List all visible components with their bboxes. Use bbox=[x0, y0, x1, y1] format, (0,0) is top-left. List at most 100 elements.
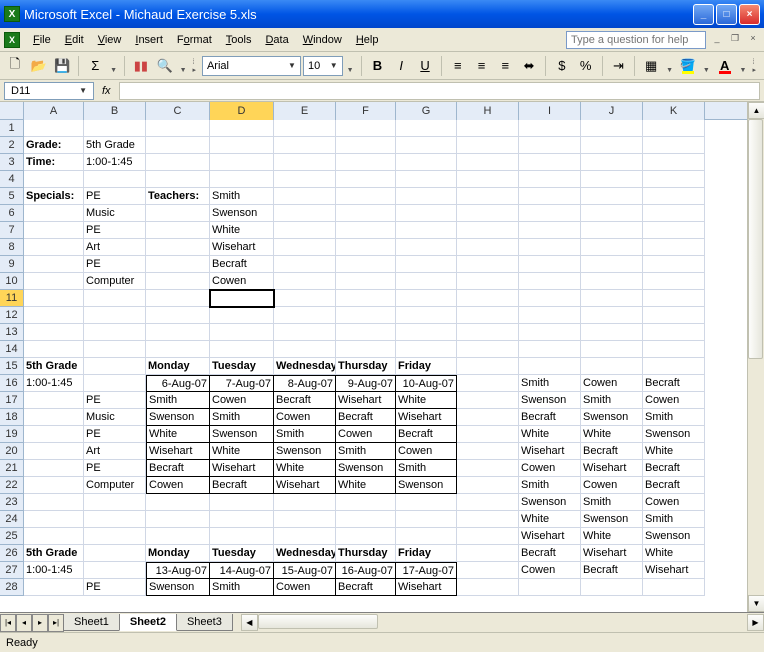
cell-B11[interactable] bbox=[84, 290, 146, 307]
cell-J17[interactable]: Smith bbox=[581, 392, 643, 409]
cell-D1[interactable] bbox=[210, 120, 274, 137]
cell-G6[interactable] bbox=[396, 205, 457, 222]
italic-button[interactable]: I bbox=[390, 55, 412, 77]
cell-A15[interactable]: 5th Grade bbox=[24, 358, 84, 375]
row-header-16[interactable]: 16 bbox=[0, 375, 24, 392]
cell-I18[interactable]: Becraft bbox=[519, 409, 581, 426]
cell-C22[interactable]: Cowen bbox=[146, 477, 210, 494]
cell-E6[interactable] bbox=[274, 205, 336, 222]
cell-H18[interactable] bbox=[457, 409, 519, 426]
cell-C18[interactable]: Swenson bbox=[146, 409, 210, 426]
cell-K6[interactable] bbox=[643, 205, 705, 222]
cell-A13[interactable] bbox=[24, 324, 84, 341]
cell-F16[interactable]: 9-Aug-07 bbox=[336, 375, 396, 392]
row-header-28[interactable]: 28 bbox=[0, 579, 24, 596]
cell-E22[interactable]: Wisehart bbox=[274, 477, 336, 494]
row-header-25[interactable]: 25 bbox=[0, 528, 24, 545]
cell-F7[interactable] bbox=[336, 222, 396, 239]
row-header-6[interactable]: 6 bbox=[0, 205, 24, 222]
row-header-5[interactable]: 5 bbox=[0, 188, 24, 205]
cell-H8[interactable] bbox=[457, 239, 519, 256]
cell-J6[interactable] bbox=[581, 205, 643, 222]
cell-F25[interactable] bbox=[336, 528, 396, 545]
cell-F10[interactable] bbox=[336, 273, 396, 290]
cell-C1[interactable] bbox=[146, 120, 210, 137]
cell-I25[interactable]: Wisehart bbox=[519, 528, 581, 545]
cell-D11[interactable] bbox=[210, 290, 274, 307]
col-header-I[interactable]: I bbox=[519, 102, 581, 120]
cell-H12[interactable] bbox=[457, 307, 519, 324]
cell-H4[interactable] bbox=[457, 171, 519, 188]
cell-G2[interactable] bbox=[396, 137, 457, 154]
cell-H27[interactable] bbox=[457, 562, 519, 579]
cell-E3[interactable] bbox=[274, 154, 336, 171]
cell-K20[interactable]: White bbox=[643, 443, 705, 460]
open-button[interactable]: 📂 bbox=[28, 55, 50, 77]
cell-K16[interactable]: Becraft bbox=[643, 375, 705, 392]
select-all-corner[interactable] bbox=[0, 102, 24, 120]
cell-G3[interactable] bbox=[396, 154, 457, 171]
cell-A7[interactable] bbox=[24, 222, 84, 239]
cell-E11[interactable] bbox=[274, 290, 336, 307]
cell-I14[interactable] bbox=[519, 341, 581, 358]
cell-A5[interactable]: Specials: bbox=[24, 188, 84, 205]
col-header-C[interactable]: C bbox=[146, 102, 210, 120]
cell-C27[interactable]: 13-Aug-07 bbox=[146, 562, 210, 579]
cell-I8[interactable] bbox=[519, 239, 581, 256]
cell-C10[interactable] bbox=[146, 273, 210, 290]
cell-C28[interactable]: Swenson bbox=[146, 579, 210, 596]
cell-D15[interactable]: Tuesday bbox=[210, 358, 274, 375]
vscroll-thumb[interactable] bbox=[748, 119, 763, 359]
row-header-2[interactable]: 2 bbox=[0, 137, 24, 154]
cell-B15[interactable] bbox=[84, 358, 146, 375]
cell-G21[interactable]: Smith bbox=[396, 460, 457, 477]
cell-F24[interactable] bbox=[336, 511, 396, 528]
cell-A12[interactable] bbox=[24, 307, 84, 324]
row-header-17[interactable]: 17 bbox=[0, 392, 24, 409]
cell-E4[interactable] bbox=[274, 171, 336, 188]
cell-K3[interactable] bbox=[643, 154, 705, 171]
cell-H21[interactable] bbox=[457, 460, 519, 477]
cell-D8[interactable]: Wisehart bbox=[210, 239, 274, 256]
cell-B7[interactable]: PE bbox=[84, 222, 146, 239]
cell-D3[interactable] bbox=[210, 154, 274, 171]
cell-A8[interactable] bbox=[24, 239, 84, 256]
cell-E2[interactable] bbox=[274, 137, 336, 154]
cell-G27[interactable]: 17-Aug-07 bbox=[396, 562, 457, 579]
zoom-button[interactable]: 🔍 bbox=[154, 55, 176, 77]
cell-E15[interactable]: Wednesday bbox=[274, 358, 336, 375]
menu-edit[interactable]: Edit bbox=[58, 31, 91, 49]
cell-I2[interactable] bbox=[519, 137, 581, 154]
cell-J19[interactable]: White bbox=[581, 426, 643, 443]
row-header-23[interactable]: 23 bbox=[0, 494, 24, 511]
cell-J4[interactable] bbox=[581, 171, 643, 188]
cell-D2[interactable] bbox=[210, 137, 274, 154]
row-header-8[interactable]: 8 bbox=[0, 239, 24, 256]
cell-G4[interactable] bbox=[396, 171, 457, 188]
cell-J18[interactable]: Swenson bbox=[581, 409, 643, 426]
cell-G1[interactable] bbox=[396, 120, 457, 137]
cell-B14[interactable] bbox=[84, 341, 146, 358]
cell-J20[interactable]: Becraft bbox=[581, 443, 643, 460]
cell-G19[interactable]: Becraft bbox=[396, 426, 457, 443]
merge-center-button[interactable]: ⬌ bbox=[518, 55, 540, 77]
cell-B20[interactable]: Art bbox=[84, 443, 146, 460]
cell-G5[interactable] bbox=[396, 188, 457, 205]
cell-F26[interactable]: Thursday bbox=[336, 545, 396, 562]
row-header-7[interactable]: 7 bbox=[0, 222, 24, 239]
row-header-22[interactable]: 22 bbox=[0, 477, 24, 494]
cell-J2[interactable] bbox=[581, 137, 643, 154]
formula-bar[interactable] bbox=[119, 82, 760, 100]
cell-D21[interactable]: Wisehart bbox=[210, 460, 274, 477]
cell-I16[interactable]: Smith bbox=[519, 375, 581, 392]
cell-A4[interactable] bbox=[24, 171, 84, 188]
row-header-12[interactable]: 12 bbox=[0, 307, 24, 324]
cell-D4[interactable] bbox=[210, 171, 274, 188]
cell-K9[interactable] bbox=[643, 256, 705, 273]
hscroll-thumb[interactable] bbox=[258, 614, 378, 629]
cell-F18[interactable]: Becraft bbox=[336, 409, 396, 426]
cell-I4[interactable] bbox=[519, 171, 581, 188]
cell-F17[interactable]: Wisehart bbox=[336, 392, 396, 409]
cell-C20[interactable]: Wisehart bbox=[146, 443, 210, 460]
vertical-scrollbar[interactable]: ▲ ▼ bbox=[747, 102, 764, 612]
